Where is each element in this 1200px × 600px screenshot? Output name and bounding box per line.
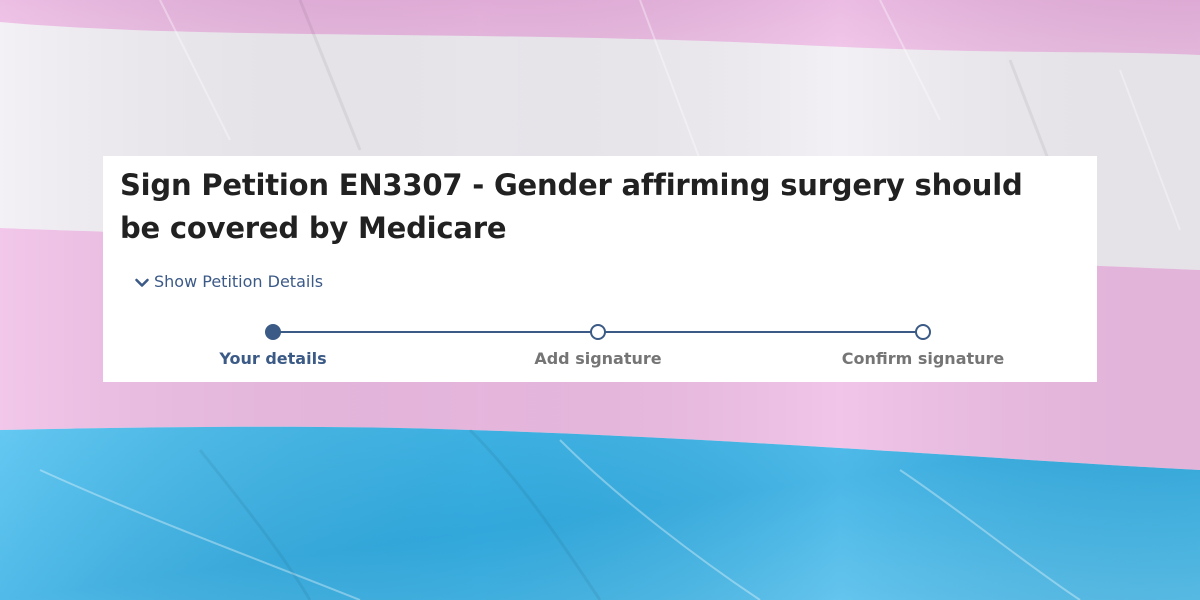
step-indicator bbox=[915, 324, 931, 340]
petition-card: Sign Petition EN3307 - Gender affirming … bbox=[103, 156, 1097, 382]
show-petition-details-label: Show Petition Details bbox=[154, 272, 324, 291]
step-indicator bbox=[590, 324, 606, 340]
step-label: Your details bbox=[219, 349, 327, 368]
step-indicator-active bbox=[265, 324, 281, 340]
step-label: Confirm signature bbox=[841, 349, 1005, 368]
step-label: Add signature bbox=[534, 349, 662, 368]
progress-stepper: Your details Add signature Confirm signa… bbox=[103, 316, 1097, 376]
page-title: Sign Petition EN3307 - Gender affirming … bbox=[120, 168, 1023, 245]
show-petition-details-toggle[interactable]: Show Petition Details bbox=[134, 270, 323, 294]
chevron-down-icon bbox=[134, 274, 150, 290]
